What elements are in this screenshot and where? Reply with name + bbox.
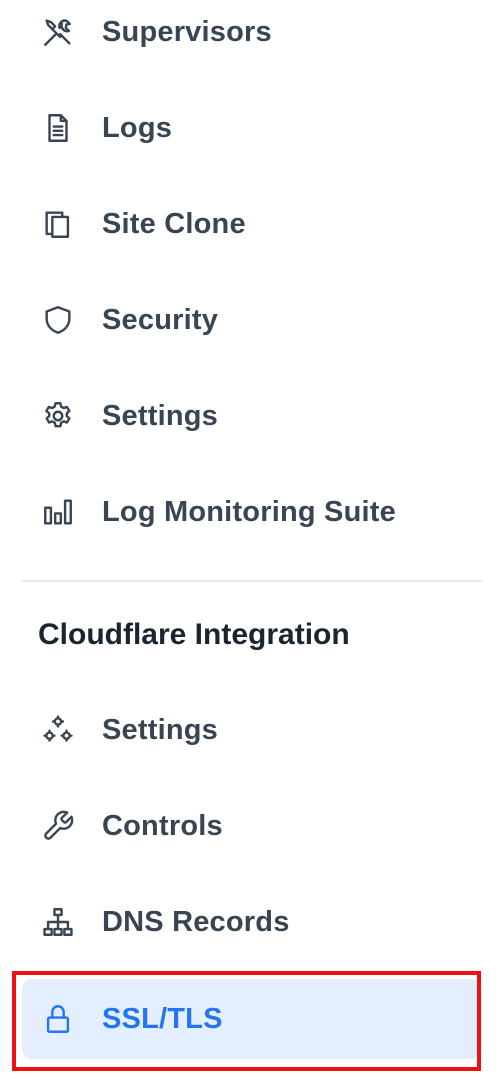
tools-icon <box>40 14 76 50</box>
sidebar-item-site-clone[interactable]: Site Clone <box>22 184 482 264</box>
sidebar-item-label: Logs <box>102 111 173 144</box>
sidebar-item-label: Supervisors <box>102 15 272 48</box>
section-title: Cloudflare Integration <box>38 618 350 651</box>
sidebar-item-security[interactable]: Security <box>22 280 482 360</box>
sidebar-item-label: Controls <box>102 809 223 842</box>
copy-icon <box>40 206 76 242</box>
sidebar-item-controls[interactable]: Controls <box>22 786 482 866</box>
cogs-icon <box>40 712 76 748</box>
section-divider <box>22 580 482 582</box>
sidebar-item-ssl-tls[interactable]: SSL/TLS <box>22 979 482 1059</box>
sidebar-item-dns-records[interactable]: DNS Records <box>22 882 482 962</box>
sidebar-item-cloudflare-settings[interactable]: Settings <box>22 690 482 770</box>
sidebar-item-label: Log Monitoring Suite <box>102 495 396 528</box>
sidebar-item-log-monitoring-suite[interactable]: Log Monitoring Suite <box>22 472 482 552</box>
sidebar-item-logs[interactable]: Logs <box>22 88 482 168</box>
gear-icon <box>40 398 76 434</box>
shield-icon <box>40 302 76 338</box>
sidebar-item-label: Security <box>102 303 219 336</box>
wrench-icon <box>40 808 76 844</box>
bar-chart-icon <box>40 494 76 530</box>
sidebar-item-label: Settings <box>102 399 218 432</box>
sidebar-item-supervisors[interactable]: Supervisors <box>22 0 482 72</box>
lock-icon <box>40 1001 76 1037</box>
document-icon <box>40 110 76 146</box>
sidebar-item-label: Site Clone <box>102 207 246 240</box>
sidebar-item-label: DNS Records <box>102 905 290 938</box>
sidebar-item-settings[interactable]: Settings <box>22 376 482 456</box>
sitemap-icon <box>40 904 76 940</box>
sidebar-item-label: SSL/TLS <box>102 1002 223 1035</box>
sidebar-item-label: Settings <box>102 713 218 746</box>
